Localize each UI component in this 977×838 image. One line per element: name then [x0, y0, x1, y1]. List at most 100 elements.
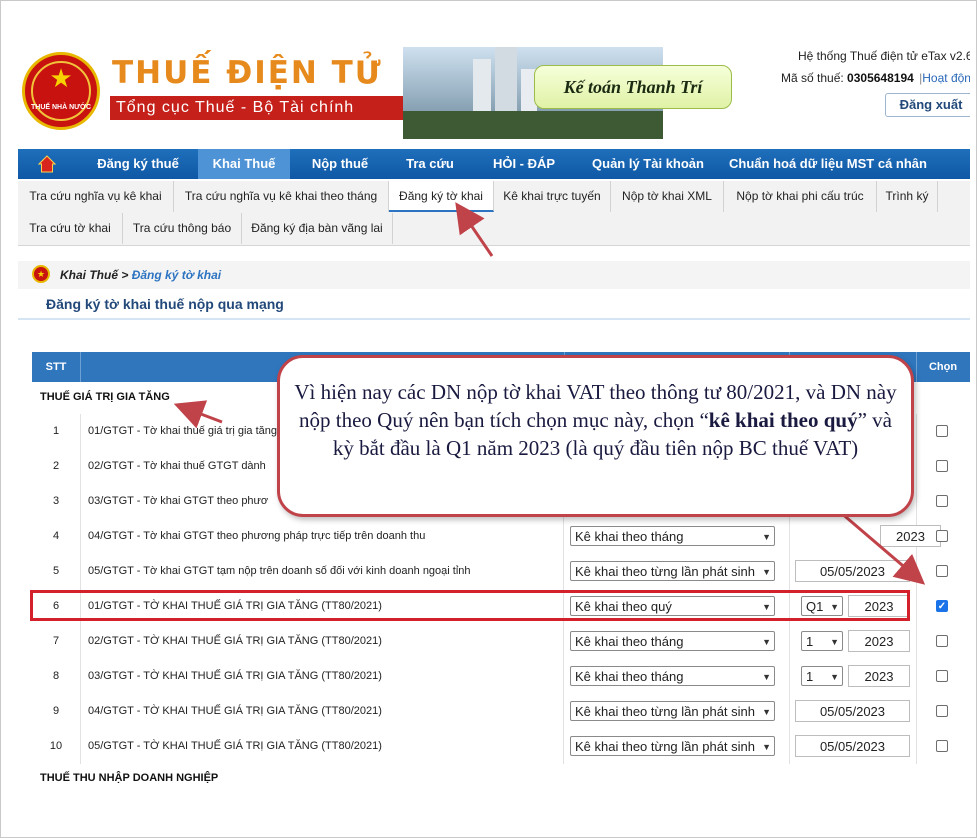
table-row: 10 05/GTGT - TỜ KHAI THUẾ GIÁ TRỊ GIA TĂ… — [32, 729, 970, 765]
select-value: Kê khai theo tháng — [575, 634, 684, 649]
select-value: Kê khai theo từng lần phát sinh — [575, 739, 755, 754]
company-name-badge: Kế toán Thanh Trí — [534, 65, 732, 109]
subnav-tra-cuu-to-khai[interactable]: Tra cứu tờ khai — [18, 213, 123, 244]
subnav-dang-ky-vang-lai[interactable]: Đăng ký địa bàn vãng lai — [242, 213, 393, 244]
sub-nav-row: Tra cứu tờ khai Tra cứu thông báo Đăng k… — [18, 213, 970, 244]
declaration-type-select[interactable]: Kê khai theo tháng ▼ — [570, 526, 775, 546]
select-value: Kê khai theo từng lần phát sinh — [575, 704, 755, 719]
row-highlight-annotation — [30, 590, 910, 621]
column-header-stt: STT — [32, 352, 81, 382]
row-period-cell: 05/05/2023 — [789, 694, 917, 729]
row-choose-cell — [916, 414, 970, 449]
declaration-type-select[interactable]: Kê khai theo từng lần phát sinh ▼ — [570, 736, 775, 756]
site-header: ★ THUẾ NHÀ NƯỚC THUẾ ĐIỆN TỬ Tổng cục Th… — [18, 43, 970, 146]
site-title: THUẾ ĐIỆN TỬ — [112, 55, 383, 91]
breadcrumb: ★ Khai Thuế > Đăng ký tờ khai — [18, 261, 970, 289]
subnav-dang-ky-to-khai[interactable]: Đăng ký tờ khai — [389, 181, 494, 212]
annotation-callout: Vì hiện nay các DN nộp tờ khai VAT theo … — [277, 355, 914, 517]
select-value: Kê khai theo từng lần phát sinh — [575, 564, 755, 579]
subnav-tra-cuu-nghia-vu[interactable]: Tra cứu nghĩa vụ kê khai — [18, 181, 174, 212]
select-checkbox[interactable] — [936, 530, 948, 542]
declaration-type-select[interactable]: Kê khai theo từng lần phát sinh ▼ — [570, 701, 775, 721]
chevron-down-icon: ▼ — [762, 637, 771, 647]
subnav-nop-to-khai-xml[interactable]: Nộp tờ khai XML — [611, 181, 724, 212]
group-label: THUẾ GIÁ TRỊ GIA TĂNG — [40, 391, 170, 403]
table-row: 4 04/GTGT - Tờ khai GTGT theo phương phá… — [32, 519, 970, 555]
row-period-cell: 05/05/2023 — [789, 729, 917, 764]
row-type-cell: Kê khai theo từng lần phát sinh ▼ — [564, 554, 790, 589]
column-header-choose: Chọn — [928, 361, 958, 373]
star-icon: ★ — [49, 63, 73, 93]
nav-quan-ly-tai-khoan[interactable]: Quản lý Tài khoản — [578, 149, 718, 179]
period-select[interactable]: 1 ▼ — [801, 631, 843, 651]
select-checkbox[interactable] — [936, 635, 948, 647]
select-checkbox[interactable] — [936, 565, 948, 577]
date-input[interactable]: 05/05/2023 — [795, 700, 910, 722]
row-stt: 5 — [32, 554, 81, 589]
row-choose-cell — [916, 659, 970, 694]
select-value: 1 — [806, 634, 814, 649]
date-input[interactable]: 05/05/2023 — [795, 735, 910, 757]
row-form-name: 03/GTGT - TỜ KHAI THUẾ GIÁ TRỊ GIA TĂNG … — [80, 659, 564, 694]
select-checkbox[interactable] — [936, 705, 948, 717]
row-form-name: 05/GTGT - TỜ KHAI THUẾ GIÁ TRỊ GIA TĂNG … — [80, 729, 564, 764]
declaration-type-select[interactable]: Kê khai theo từng lần phát sinh ▼ — [570, 561, 775, 581]
callout-text: Vì hiện nay các DN nộp tờ khai VAT theo … — [294, 378, 897, 462]
select-checkbox[interactable] — [936, 670, 948, 682]
period-select[interactable]: 1 ▼ — [801, 666, 843, 686]
row-period-cell: 2023 — [789, 519, 941, 554]
select-checkbox-checked[interactable]: ✓ — [936, 600, 948, 612]
title-divider — [18, 318, 970, 320]
row-form-name: 02/GTGT - TỜ KHAI THUẾ GIÁ TRỊ GIA TĂNG … — [80, 624, 564, 659]
row-stt: 3 — [32, 484, 81, 519]
row-stt: 2 — [32, 449, 81, 484]
logout-button[interactable]: Đăng xuất — [885, 93, 970, 117]
subnav-tra-cuu-theo-thang[interactable]: Tra cứu nghĩa vụ kê khai theo tháng — [174, 181, 389, 212]
subnav-tra-cuu-thong-bao[interactable]: Tra cứu thông báo — [123, 213, 242, 244]
nav-tra-cuu[interactable]: Tra cứu — [390, 149, 470, 179]
row-choose-cell — [916, 729, 970, 764]
nav-dang-ky-thue[interactable]: Đăng ký thuế — [83, 149, 193, 179]
row-type-cell: Kê khai theo tháng ▼ — [564, 659, 790, 694]
account-activity-link[interactable]: Hoạt độn — [922, 71, 970, 85]
row-type-cell: Kê khai theo tháng ▼ — [564, 624, 790, 659]
select-checkbox[interactable] — [936, 425, 948, 437]
subnav-nop-phi-cau-truc[interactable]: Nộp tờ khai phi cấu trúc — [724, 181, 877, 212]
chevron-down-icon: ▼ — [762, 742, 771, 752]
select-checkbox[interactable] — [936, 460, 948, 472]
subnav-ke-khai-truc-tuyen[interactable]: Kê khai trực tuyến — [494, 181, 611, 212]
site-subtitle: Tổng cục Thuế - Bộ Tài chính — [110, 96, 408, 120]
home-icon[interactable] — [38, 155, 56, 173]
declaration-type-select[interactable]: Kê khai theo tháng ▼ — [570, 666, 775, 686]
breadcrumb-parent[interactable]: Khai Thuế — [60, 268, 118, 282]
select-checkbox[interactable] — [936, 495, 948, 507]
system-name: Hệ thống Thuế điện tử eTax v2.6 — [798, 49, 970, 63]
year-input[interactable]: 2023 — [848, 630, 910, 652]
chevron-down-icon: ▼ — [830, 672, 839, 682]
chevron-down-icon: ▼ — [762, 532, 771, 542]
subnav-trinh-ky[interactable]: Trình ký — [877, 181, 938, 212]
chevron-down-icon: ▼ — [762, 672, 771, 682]
hills-graphic — [403, 111, 663, 139]
row-type-cell: Kê khai theo từng lần phát sinh ▼ — [564, 729, 790, 764]
year-input[interactable]: 2023 — [848, 665, 910, 687]
national-emblem-logo: ★ THUẾ NHÀ NƯỚC — [22, 52, 100, 130]
row-choose-cell — [916, 694, 970, 729]
row-choose-cell — [916, 519, 970, 554]
table-row: 8 03/GTGT - TỜ KHAI THUẾ GIÁ TRỊ GIA TĂN… — [32, 659, 970, 695]
row-stt: 1 — [32, 414, 81, 449]
nav-nop-thue[interactable]: Nộp thuế — [300, 149, 380, 179]
nav-hoi-dap[interactable]: HỎI - ĐÁP — [478, 149, 570, 179]
breadcrumb-text: Khai Thuế > Đăng ký tờ khai — [60, 268, 221, 282]
nav-chuan-hoa-mst[interactable]: Chuẩn hoá dữ liệu MST cá nhân — [728, 149, 928, 179]
select-checkbox[interactable] — [936, 740, 948, 752]
declaration-type-select[interactable]: Kê khai theo tháng ▼ — [570, 631, 775, 651]
tax-code-line: Mã số thuế: 0305648194 |Hoạt độn — [781, 71, 970, 85]
nav-khai-thue[interactable]: Khai Thuế — [198, 149, 290, 179]
table-row: 9 04/GTGT - TỜ KHAI THUẾ GIÁ TRỊ GIA TĂN… — [32, 694, 970, 730]
row-period-cell: 1 ▼ 2023 — [789, 659, 917, 694]
chevron-down-icon: ▼ — [762, 567, 771, 577]
date-input[interactable]: 05/05/2023 — [795, 560, 910, 582]
row-form-name: 04/GTGT - TỜ KHAI THUẾ GIÁ TRỊ GIA TĂNG … — [80, 694, 564, 729]
row-stt: 8 — [32, 659, 81, 694]
